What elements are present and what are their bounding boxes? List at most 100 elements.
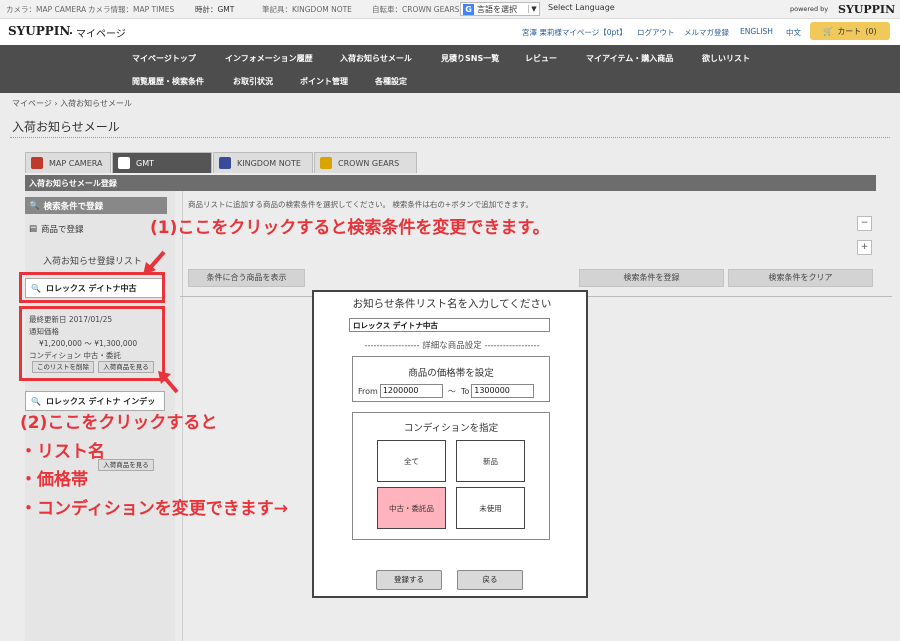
- select-language-text: Select Language: [548, 3, 615, 12]
- condition-unused[interactable]: 未使用: [456, 487, 525, 529]
- tab-kingdom-note[interactable]: KINGDOM NOTE: [213, 152, 313, 173]
- sidebar-item-label: 商品で登録: [41, 225, 84, 235]
- nav-points[interactable]: ポイント管理: [300, 76, 348, 87]
- tab-gmt[interactable]: GMT: [112, 152, 212, 173]
- price-from-input[interactable]: 1200000: [379, 384, 443, 398]
- page-title: 入荷お知らせメール: [12, 120, 120, 134]
- register-button[interactable]: 登録する: [376, 570, 442, 590]
- site-link-gmt[interactable]: 時計：GMT: [195, 4, 234, 15]
- language-select[interactable]: G 言語を選択 ▼: [460, 2, 540, 16]
- site-logo[interactable]: SYUPPIN: [8, 24, 70, 38]
- tab-crown-gears[interactable]: CROWN GEARS: [314, 152, 417, 173]
- document-icon: ▤: [29, 224, 38, 234]
- registration-list-title: 入荷お知らせ登録リスト: [43, 257, 142, 267]
- instruction-text: 商品リストに追加する商品の検索条件を選択してください。 検索条件は右の+ボタンで…: [188, 200, 533, 209]
- add-condition-button[interactable]: +: [857, 240, 872, 255]
- sidebar-item-label: 検索条件で登録: [43, 201, 104, 212]
- sidebar-item-product-register[interactable]: ▤ 商品で登録: [25, 221, 167, 237]
- nav-info-history[interactable]: インフォメーション履歴: [225, 53, 313, 64]
- cart-label: カート: [837, 26, 862, 36]
- registration-bar: 入荷お知らせメール登録: [25, 175, 876, 191]
- list-name-input[interactable]: ロレックス デイトナ中古: [349, 318, 550, 332]
- condition-all[interactable]: 全て: [377, 440, 446, 482]
- remove-condition-button[interactable]: −: [857, 216, 872, 231]
- price-range-title: 商品の価格帯を設定: [408, 368, 494, 379]
- to-label: To: [460, 386, 470, 396]
- detail-settings-heading: ------------------ 詳細な商品設定 -------------…: [364, 341, 540, 351]
- tab-label: MAP CAMERA: [49, 158, 103, 168]
- nav-transactions[interactable]: お取引状況: [233, 76, 273, 87]
- header: SYUPPIN ・マイページ 宮澤 果莉様マイページ【0pt】 ログアウト メル…: [0, 19, 900, 45]
- breadcrumb: マイページ › 入荷お知らせメール: [12, 98, 132, 109]
- annotation-1: (1)ここをクリックすると検索条件を変更できます。: [150, 218, 550, 238]
- breadcrumb-separator: ›: [54, 99, 58, 108]
- search-icon: 🔍: [29, 200, 40, 211]
- modal-title: お知らせ条件リスト名を入力してください: [352, 298, 552, 310]
- chinese-link[interactable]: 中文: [786, 27, 801, 38]
- tab-label: CROWN GEARS: [338, 158, 400, 168]
- condition-used-consigned[interactable]: 中古・委託品: [377, 487, 446, 529]
- condition-title: コンディションを指定: [403, 423, 499, 434]
- powered-by-text: powered by: [790, 5, 829, 13]
- nav-review[interactable]: レビュー: [525, 53, 557, 64]
- annotation-arrow-1: [143, 250, 166, 275]
- condition-box: コンディションを指定 全て 新品 中古・委託品 未使用: [352, 412, 550, 540]
- list-item-label: ロレックス デイトナ インデッ: [45, 396, 156, 406]
- chevron-down-icon: ▼: [528, 5, 539, 13]
- nav-wishlist[interactable]: 欲しいリスト: [702, 53, 750, 64]
- language-select-label: 言語を選択: [477, 4, 517, 14]
- kingdom-note-icon: [219, 157, 231, 169]
- price-to-input[interactable]: 1300000: [471, 384, 535, 398]
- show-matching-button[interactable]: 条件に合う商品を表示: [188, 269, 305, 287]
- sidebar-item-search-register[interactable]: 🔍 検索条件で登録: [25, 197, 167, 214]
- price-range-row: From 1200000 〜 To 1300000: [358, 384, 535, 398]
- tab-map-camera[interactable]: MAP CAMERA: [25, 152, 111, 173]
- english-link[interactable]: ENGLISH: [740, 27, 773, 36]
- site-link-map-camera[interactable]: カメラ：MAP CAMERA: [6, 4, 86, 15]
- nav-estimate-sns[interactable]: 見積りSNS一覧: [441, 53, 499, 64]
- cart-icon: 🛒: [823, 26, 834, 36]
- tilde-separator: 〜: [447, 386, 456, 396]
- annotation-arrow-2: [158, 371, 179, 394]
- back-button[interactable]: 戻る: [457, 570, 523, 590]
- from-label: From: [358, 386, 378, 396]
- nav-settings[interactable]: 各種設定: [375, 76, 407, 87]
- google-translate-icon: G: [463, 3, 474, 15]
- search-icon: 🔍: [31, 396, 41, 406]
- annotation-bullet-2: ・価格帯: [20, 470, 88, 490]
- cart-count: (0): [865, 26, 877, 36]
- annotation-bullet-1: ・リスト名: [20, 442, 105, 462]
- cart-button[interactable]: 🛒 カート (0): [810, 22, 890, 40]
- nav-mypage-top[interactable]: マイページトップ: [132, 53, 196, 64]
- price-range-box: 商品の価格帯を設定 From 1200000 〜 To 1300000: [352, 356, 550, 402]
- breadcrumb-home[interactable]: マイページ: [12, 99, 52, 108]
- site-link-kingdom-note[interactable]: 筆記具：KINGDOM NOTE: [262, 4, 352, 15]
- nav-browse-history[interactable]: 閲覧履歴・検索条件: [132, 76, 204, 87]
- top-strip: カメラ：MAP CAMERA カメラ情報：MAP TIMES 時計：GMT 筆記…: [0, 0, 900, 19]
- title-divider: [10, 137, 890, 138]
- breadcrumb-current: 入荷お知らせメール: [60, 99, 132, 108]
- register-condition-button[interactable]: 検索条件を登録: [579, 269, 724, 287]
- highlight-list-detail: [19, 306, 165, 381]
- page-subtitle: ・マイページ: [66, 29, 126, 40]
- account-mypage-link[interactable]: 宮澤 果莉様マイページ【0pt】: [522, 27, 627, 38]
- nav-arrival-mail[interactable]: 入荷お知らせメール: [340, 53, 412, 64]
- annotation-2: (2)ここをクリックすると: [20, 413, 218, 433]
- condition-new[interactable]: 新品: [456, 440, 525, 482]
- annotation-bullet-3: ・コンディションを変更できます→: [20, 499, 289, 519]
- main-nav: マイページトップ インフォメーション履歴 入荷お知らせメール 見積りSNS一覧 …: [0, 45, 900, 93]
- tab-label: GMT: [136, 158, 154, 168]
- map-camera-icon: [31, 157, 43, 169]
- crown-gears-icon: [320, 157, 332, 169]
- view-arrivals-button-2[interactable]: 入荷商品を見る: [98, 459, 154, 471]
- list-name-modal: お知らせ条件リスト名を入力してください ロレックス デイトナ中古 -------…: [312, 290, 588, 598]
- site-link-crown-gears[interactable]: 自転車：CROWN GEARS: [372, 4, 459, 15]
- logout-link[interactable]: ログアウト: [637, 27, 675, 38]
- clear-condition-button[interactable]: 検索条件をクリア: [728, 269, 873, 287]
- tab-label: KINGDOM NOTE: [237, 158, 301, 168]
- gmt-icon: [118, 157, 130, 169]
- newsletter-link[interactable]: メルマガ登録: [684, 27, 729, 38]
- powered-by-logo[interactable]: SYUPPIN: [838, 3, 895, 16]
- site-link-map-times[interactable]: カメラ情報：MAP TIMES: [88, 4, 174, 15]
- nav-my-items[interactable]: マイアイテム・購入商品: [586, 53, 673, 64]
